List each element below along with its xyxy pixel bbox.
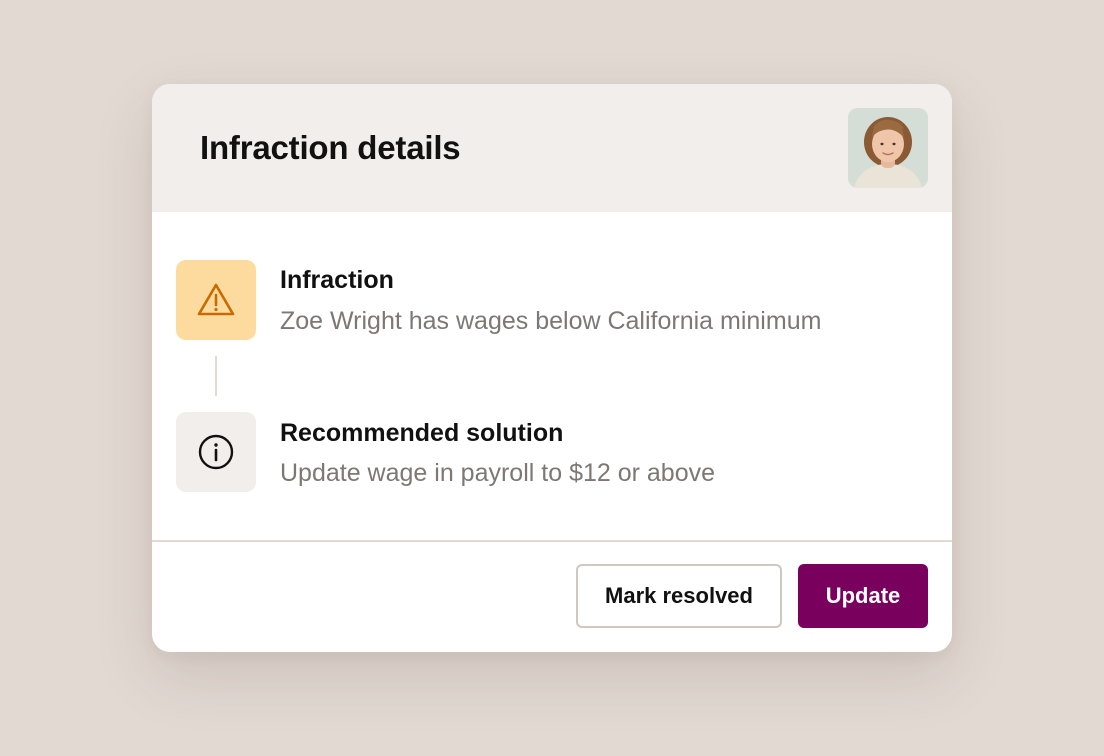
footer-divider bbox=[152, 540, 952, 542]
mark-resolved-button[interactable]: Mark resolved bbox=[576, 564, 782, 628]
infraction-icon-box bbox=[176, 260, 256, 340]
info-circle-icon bbox=[198, 434, 234, 470]
dialog-header: Infraction details bbox=[152, 84, 952, 212]
infraction-title: Infraction bbox=[280, 266, 394, 294]
warning-triangle-icon bbox=[197, 283, 235, 316]
solution-title: Recommended solution bbox=[280, 419, 564, 447]
infraction-dialog: Infraction details Infraction Zoe Wright… bbox=[152, 84, 952, 652]
avatar-portrait bbox=[848, 108, 928, 188]
step-connector bbox=[215, 356, 217, 396]
solution-icon-box bbox=[176, 412, 256, 492]
solution-description: Update wage in payroll to $12 or above bbox=[280, 459, 716, 487]
dialog-title: Infraction details bbox=[200, 129, 461, 166]
avatar bbox=[848, 108, 928, 188]
infraction-description: Zoe Wright has wages below California mi… bbox=[280, 307, 822, 335]
update-button[interactable]: Update bbox=[798, 564, 928, 628]
